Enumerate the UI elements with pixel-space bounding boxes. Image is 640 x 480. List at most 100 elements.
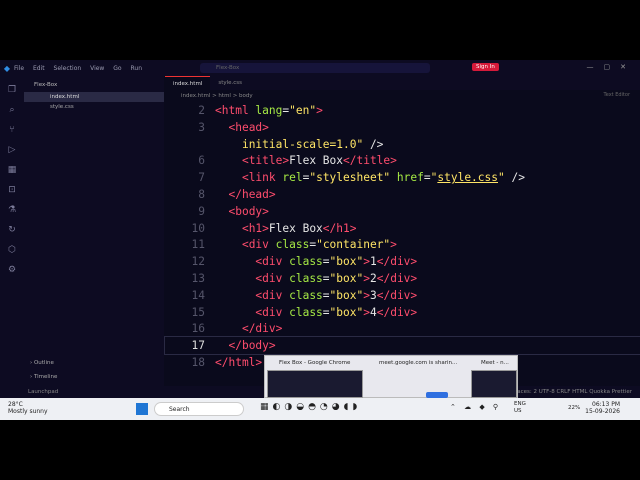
folder-name[interactable]: Flex-Box xyxy=(24,76,164,88)
preview-thumb-meet[interactable] xyxy=(471,370,517,398)
extensions-icon[interactable]: ▦ xyxy=(6,164,18,176)
clock[interactable]: 06:13 PM 15-09-2026 xyxy=(585,401,620,415)
explorer-icon[interactable]: ❐ xyxy=(6,84,18,96)
system-tray[interactable]: ⌃ ☁ ◆ ⚲ xyxy=(450,403,501,411)
gear-icon[interactable]: ⚙ xyxy=(6,264,18,276)
code-token: <link xyxy=(241,171,283,185)
line-number: 12 xyxy=(191,255,205,269)
code-text: <body> xyxy=(215,203,268,220)
region-label: US xyxy=(514,408,522,414)
menu-file[interactable]: File xyxy=(14,65,24,72)
code-token: <div xyxy=(255,288,290,302)
code-line[interactable]: 12 <div class="box">1</div> xyxy=(165,253,640,270)
code-token: <h1> xyxy=(241,221,269,235)
battery-level[interactable]: 22% xyxy=(568,405,580,411)
code-editor[interactable]: 2 <html lang="en"> 3 <head> initial-scale=… xyxy=(164,102,640,386)
code-text: <html lang="en"> xyxy=(215,102,323,119)
preview-meet-sharing[interactable]: meet.google.com is sharin... xyxy=(379,360,457,366)
weather-widget[interactable]: 28°C Mostly sunny xyxy=(8,401,48,415)
code-token: </html> xyxy=(215,356,263,369)
windows-taskbar: 28°C Mostly sunny Search ▦◐◑◒◓◔◕◖◗ ⌃ ☁ ◆… xyxy=(0,398,640,420)
letterbox-top xyxy=(0,0,640,60)
line-number: 18 xyxy=(191,356,205,369)
code-token: "box" xyxy=(329,305,364,319)
code-token: "stylesheet" xyxy=(309,171,391,185)
title-bar: ◆ File Edit Selection View Go Run Flex-B… xyxy=(0,60,640,76)
taskbar-preview: Flex Box - Google Chrome meet.google.com… xyxy=(264,355,518,398)
code-token: style.css xyxy=(437,171,498,185)
code-line[interactable]: 14 <div class="box">3</div> xyxy=(165,287,640,304)
line-number: 7 xyxy=(198,171,205,185)
menu-go[interactable]: Go xyxy=(113,65,121,72)
code-text: </body> xyxy=(215,337,275,354)
code-line[interactable]: 6 <title>Flex Box</title> xyxy=(165,152,640,169)
tab-style-css[interactable]: style.css xyxy=(210,76,250,90)
code-line[interactable]: 2 <html lang="en"> xyxy=(165,102,640,119)
code-token: 2 xyxy=(369,272,377,285)
taskbar-search[interactable]: Search xyxy=(154,402,244,416)
command-center-search[interactable]: Flex-Box xyxy=(200,63,430,73)
code-text: <div class="container"> xyxy=(215,236,397,253)
code-line[interactable]: initial-scale=1.0" /> xyxy=(165,136,640,153)
code-token: </div> xyxy=(376,288,418,302)
code-text: <h1>Flex Box</h1> xyxy=(215,220,357,237)
code-token: <html xyxy=(215,104,256,117)
menu-selection[interactable]: Selection xyxy=(54,65,82,72)
code-line[interactable]: 9 <body> xyxy=(165,203,640,220)
code-token: <div xyxy=(255,305,290,319)
line-number: 16 xyxy=(191,322,205,336)
editor-hint: Text Editor xyxy=(603,92,631,98)
code-line[interactable]: 17 </body> xyxy=(164,336,640,356)
line-number: 2 xyxy=(198,104,205,117)
code-token: </h1> xyxy=(322,221,357,235)
menu-view[interactable]: View xyxy=(90,65,104,72)
menu-edit[interactable]: Edit xyxy=(33,65,45,72)
windows-start-icon[interactable] xyxy=(136,403,148,415)
lang-label: ENG xyxy=(514,401,526,407)
line-number: 15 xyxy=(191,305,205,319)
remote-icon[interactable]: ⊡ xyxy=(6,184,18,196)
testing-icon[interactable]: ⚗ xyxy=(6,204,18,216)
code-text: <title>Flex Box</title> xyxy=(215,152,397,169)
code-line[interactable]: 11 <div class="container"> xyxy=(165,236,640,253)
window-controls[interactable]: —▢✕ xyxy=(587,63,636,71)
code-line[interactable]: 13 <div class="box">2</div> xyxy=(165,270,640,287)
run-debug-icon[interactable]: ▷ xyxy=(6,144,18,156)
preview-meet[interactable]: Meet - n... xyxy=(481,360,509,366)
letterbox-bottom xyxy=(0,420,640,480)
live-share-icon[interactable]: ↻ xyxy=(6,224,18,236)
code-token: = xyxy=(322,305,330,319)
language-indicator[interactable]: ENG US xyxy=(514,401,526,415)
outline-label: Outline xyxy=(33,360,54,366)
preview-chrome-title[interactable]: Flex Box - Google Chrome xyxy=(279,360,350,366)
tab-index-html[interactable]: index.html xyxy=(165,76,211,90)
menu-run[interactable]: Run xyxy=(131,65,143,72)
code-line[interactable]: 10 <h1>Flex Box</h1> xyxy=(165,220,640,237)
code-token: = xyxy=(322,288,330,302)
pinned-apps[interactable]: ▦◐◑◒◓◔◕◖◗ xyxy=(260,402,361,412)
code-line[interactable]: 15 <div class="box">4</div> xyxy=(165,304,640,321)
sign-in-button[interactable]: Sign In xyxy=(472,63,499,71)
code-line[interactable]: 7 <link rel="stylesheet" href="style.css… xyxy=(165,169,640,186)
file-index-html[interactable]: index.html xyxy=(24,92,164,102)
code-token: > xyxy=(363,305,370,319)
code-line[interactable]: 16 </div> xyxy=(165,320,640,337)
code-token: class xyxy=(289,288,323,302)
preview-thumb-chrome[interactable] xyxy=(267,370,363,398)
source-control-icon[interactable]: ⑂ xyxy=(6,124,18,136)
code-text: <div class="box">2</div> xyxy=(215,270,417,287)
breadcrumb[interactable]: index.html > html > body xyxy=(165,90,640,102)
code-line[interactable]: 8 </head> xyxy=(165,186,640,203)
docker-icon[interactable]: ⬡ xyxy=(6,244,18,256)
status-left[interactable]: Launchpad xyxy=(28,386,58,398)
code-line[interactable]: 3 <head> xyxy=(165,119,640,136)
timeline-panel[interactable]: › Timeline xyxy=(30,374,57,380)
line-number: 3 xyxy=(198,120,205,134)
search-icon[interactable]: ⌕ xyxy=(6,104,18,116)
code-token: 1 xyxy=(369,255,377,269)
outline-panel[interactable]: › Outline xyxy=(30,360,54,366)
file-style-css[interactable]: style.css xyxy=(24,102,164,112)
